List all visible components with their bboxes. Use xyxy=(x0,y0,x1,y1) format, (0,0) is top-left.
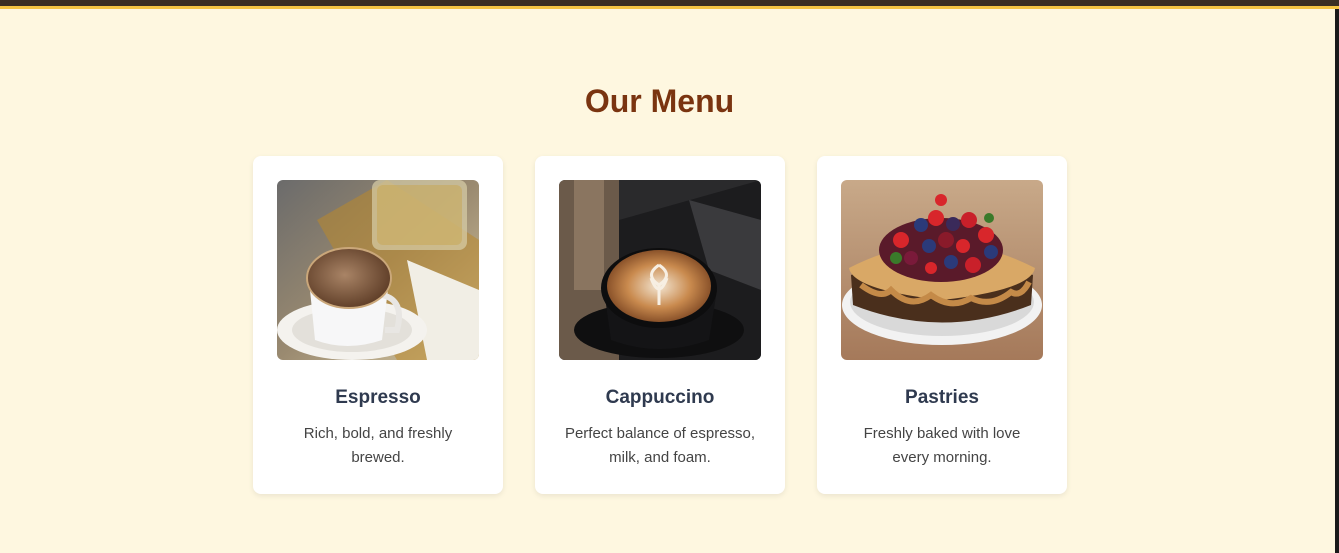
menu-card-cappuccino: Cappuccino Perfect balance of espresso, … xyxy=(535,156,785,494)
menu-item-name: Espresso xyxy=(335,387,421,408)
menu-card-espresso: Espresso Rich, bold, and freshly brewed. xyxy=(253,156,503,494)
menu-item-name: Pastries xyxy=(905,387,979,408)
menu-item-name: Cappuccino xyxy=(605,387,715,408)
menu-item-description: Freshly baked with love every morning. xyxy=(863,425,1021,466)
espresso-photo xyxy=(277,180,479,360)
menu-item-description: Perfect balance of espresso, milk, and f… xyxy=(564,425,756,466)
cappuccino-photo xyxy=(559,180,761,360)
window-edge xyxy=(1335,9,1339,553)
menu-card-pastries: Pastries Freshly baked with love every m… xyxy=(817,156,1067,494)
section-title: Our Menu xyxy=(584,83,735,119)
pastries-photo xyxy=(841,180,1043,360)
top-accent-bar xyxy=(0,0,1339,9)
menu-item-description: Rich, bold, and freshly brewed. xyxy=(303,425,453,466)
menu-card-list: Espresso Rich, bold, and freshly brewed. xyxy=(253,156,1067,494)
